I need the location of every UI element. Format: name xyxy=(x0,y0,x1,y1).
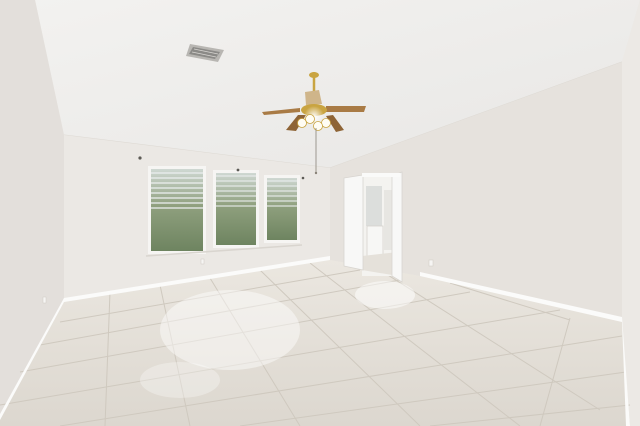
fan-blade xyxy=(326,106,366,112)
door-frame xyxy=(362,173,400,177)
curtain-bracket xyxy=(236,168,240,172)
window-left xyxy=(148,166,206,254)
door-right xyxy=(391,171,403,283)
fan-light xyxy=(305,114,315,124)
floor-reflection xyxy=(160,290,300,370)
door-left xyxy=(343,174,364,271)
floor-reflection xyxy=(355,281,415,309)
room-photo xyxy=(0,0,640,426)
window-middle xyxy=(213,170,259,248)
wall-outlet xyxy=(42,296,47,304)
curtain-bracket xyxy=(138,156,142,160)
window-right xyxy=(264,175,300,243)
curtain-bracket xyxy=(301,176,305,180)
room-scene xyxy=(0,0,640,426)
wall-outlet xyxy=(428,259,434,267)
fan-blade xyxy=(305,90,322,105)
floor-reflection xyxy=(140,362,220,398)
wall-outlet xyxy=(200,258,205,265)
fan-light xyxy=(313,121,323,131)
fan-light xyxy=(297,118,307,128)
